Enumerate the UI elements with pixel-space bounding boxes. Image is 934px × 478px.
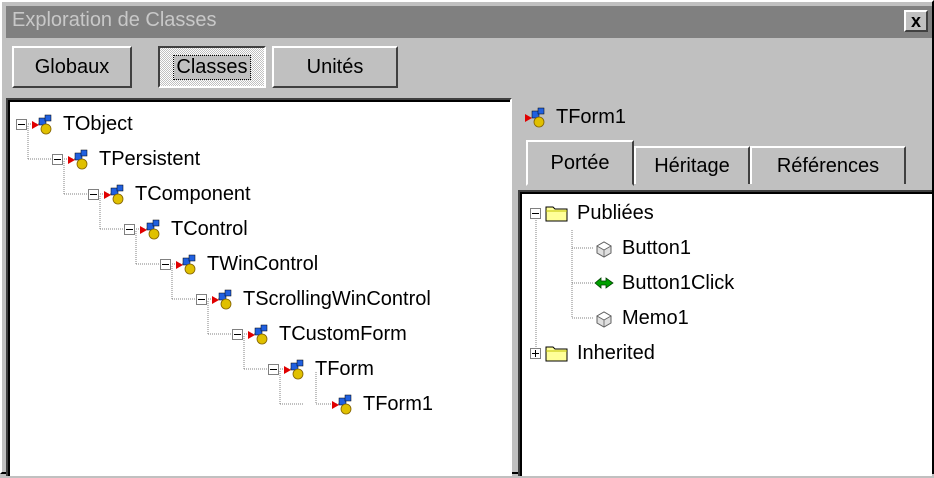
method-icon xyxy=(594,277,614,289)
scope-tree: Publiées Button1 Button1Click Memo1 Inhe… xyxy=(520,192,932,476)
class-icon xyxy=(525,107,545,128)
tree-item-label: TComponent xyxy=(135,182,251,205)
tree-item-label: Button1Click xyxy=(622,271,735,294)
class-hierarchy-panel[interactable]: TObject TPersistent TComponent TControl xyxy=(6,98,512,476)
tab-label: Unités xyxy=(306,55,364,78)
field-icon xyxy=(596,241,612,258)
class-icon xyxy=(212,289,232,310)
class-icon xyxy=(248,324,268,345)
window-title: Exploration de Classes xyxy=(12,9,217,31)
tree-item-tscrollingwincontrol[interactable]: TScrollingWinControl xyxy=(196,284,431,314)
title-bar[interactable]: Exploration de Classes x xyxy=(6,6,932,38)
tab-references[interactable]: Références xyxy=(750,146,906,184)
tab-unites[interactable]: Unités xyxy=(272,46,398,88)
tree-item-label: TCustomForm xyxy=(279,322,407,345)
tab-globaux[interactable]: Globaux xyxy=(12,46,132,88)
tab-label: Globaux xyxy=(34,55,110,78)
tab-portee[interactable]: Portée xyxy=(526,140,634,186)
tree-item-label: Publiées xyxy=(577,201,654,224)
collapse-icon[interactable] xyxy=(88,188,99,200)
class-hierarchy-tree: TObject TPersistent TComponent TControl xyxy=(8,100,510,476)
tab-heritage[interactable]: Héritage xyxy=(634,146,750,184)
tree-connector-lines xyxy=(535,214,594,350)
tree-item-tform[interactable]: TForm xyxy=(268,354,374,384)
scope-item-publiees[interactable]: Publiées xyxy=(530,198,654,228)
tree-item-tobject[interactable]: TObject xyxy=(16,109,133,139)
tree-item-label: Button1 xyxy=(622,236,691,259)
tab-classes[interactable]: Classes xyxy=(158,46,266,88)
collapse-icon[interactable] xyxy=(52,153,63,165)
tree-item-label: TForm1 xyxy=(363,392,433,415)
folder-icon xyxy=(545,346,568,362)
class-icon xyxy=(32,114,52,135)
collapse-icon[interactable] xyxy=(232,328,243,340)
class-icon xyxy=(68,149,88,170)
tree-item-label: Memo1 xyxy=(622,306,689,329)
collapse-icon[interactable] xyxy=(530,207,541,219)
collapse-icon[interactable] xyxy=(160,258,171,270)
tab-label: Portée xyxy=(550,151,610,174)
selected-class-header: TForm1 xyxy=(524,102,626,132)
collapse-icon[interactable] xyxy=(16,118,27,130)
collapse-icon[interactable] xyxy=(268,363,279,375)
tree-item-tcomponent[interactable]: TComponent xyxy=(88,179,251,209)
expand-icon[interactable] xyxy=(530,347,541,359)
class-icon xyxy=(332,394,352,415)
scope-item-button1click[interactable]: Button1Click xyxy=(590,268,734,298)
tree-item-label: TPersistent xyxy=(99,147,201,170)
class-detail-pane: TForm1 Portée Héritage Références Publié… xyxy=(518,98,932,476)
collapse-icon[interactable] xyxy=(196,293,207,305)
tree-item-label: TControl xyxy=(171,217,248,240)
scope-item-memo1[interactable]: Memo1 xyxy=(590,303,689,333)
field-icon xyxy=(596,311,612,328)
class-icon xyxy=(140,219,160,240)
close-icon: x xyxy=(910,10,921,31)
collapse-icon[interactable] xyxy=(124,223,135,235)
tree-item-tform1[interactable]: TForm1 xyxy=(316,389,433,419)
class-icon xyxy=(104,184,124,205)
tree-item-twincontrol[interactable]: TWinControl xyxy=(160,249,318,279)
class-icon xyxy=(284,359,304,380)
tree-item-tcontrol[interactable]: TControl xyxy=(124,214,248,244)
tree-item-label: TWinControl xyxy=(207,252,319,275)
close-button[interactable]: x xyxy=(904,10,928,32)
tree-item-label: TScrollingWinControl xyxy=(243,287,431,310)
folder-icon xyxy=(545,206,568,222)
scope-panel[interactable]: Publiées Button1 Button1Click Memo1 Inhe… xyxy=(518,190,932,476)
class-explorer-window: Exploration de Classes x Globaux Classes… xyxy=(0,0,934,476)
tree-item-label: TObject xyxy=(63,112,133,135)
tab-label: Références xyxy=(776,154,880,177)
tree-item-label: Inherited xyxy=(577,341,655,364)
tab-label: Classes xyxy=(173,54,251,80)
scope-item-button1[interactable]: Button1 xyxy=(590,233,691,263)
tab-label: Héritage xyxy=(654,154,730,177)
selected-class-name: TForm1 xyxy=(556,105,626,128)
tree-item-tpersistent[interactable]: TPersistent xyxy=(52,144,200,174)
tree-item-tcustomform[interactable]: TCustomForm xyxy=(232,319,407,349)
tree-item-label: TForm xyxy=(315,357,374,380)
scope-item-inherited[interactable]: Inherited xyxy=(530,338,655,368)
class-icon xyxy=(176,254,196,275)
